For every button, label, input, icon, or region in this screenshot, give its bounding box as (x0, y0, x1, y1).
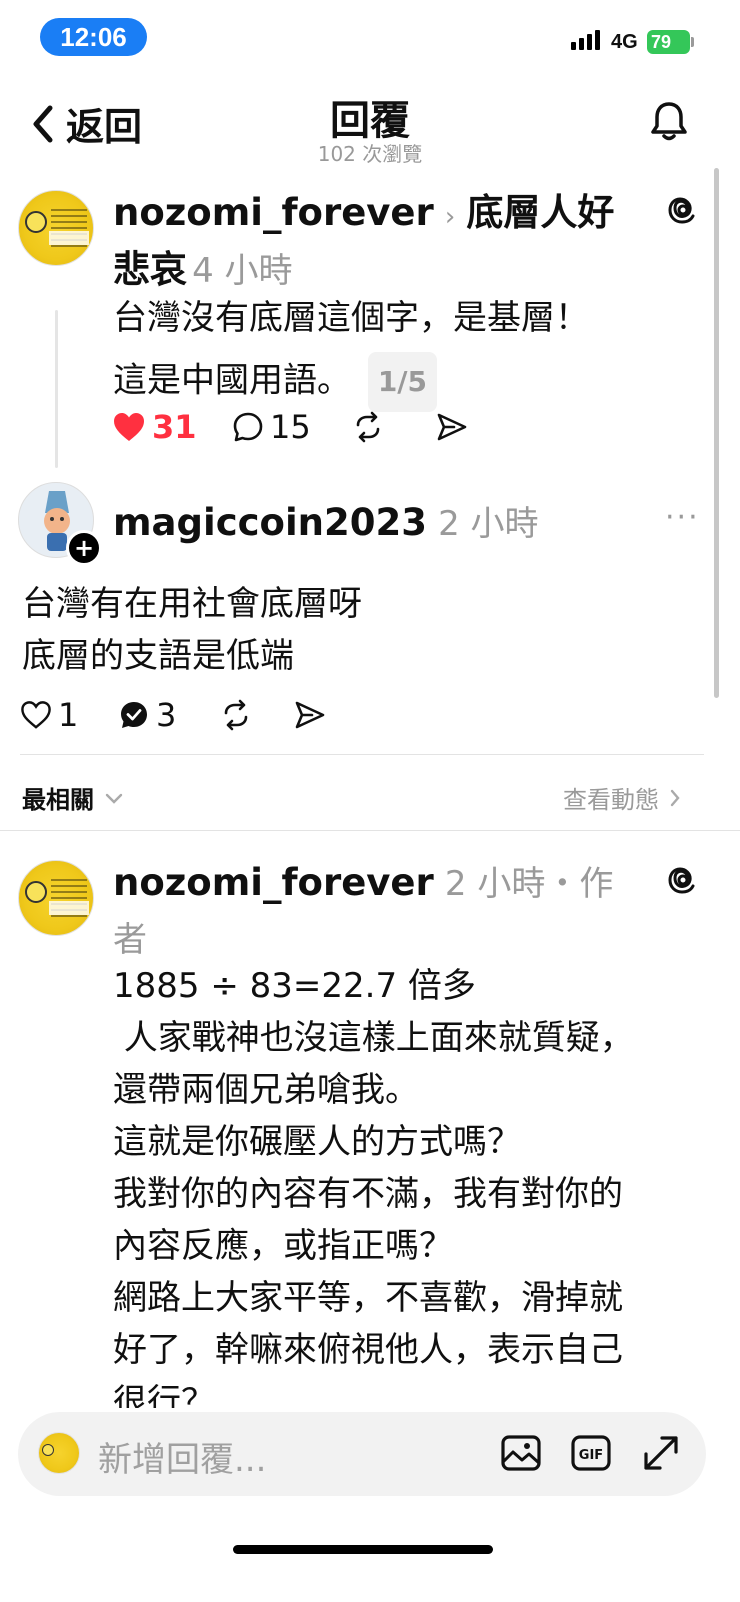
divider (0, 830, 740, 831)
post-line: 很行？ (113, 1382, 215, 1408)
threads-icon[interactable] (666, 194, 698, 230)
image-icon[interactable] (500, 1432, 542, 1478)
reply-input[interactable]: 新增回覆... (98, 1432, 266, 1481)
chevron-right-icon (670, 789, 680, 806)
comment-count: 3 (156, 696, 177, 734)
post-line: 台灣沒有底層這個字，是基層！ (113, 298, 589, 338)
heart-icon (21, 701, 51, 729)
topic-tag[interactable]: 底層人好 (466, 191, 614, 234)
chevron-right-icon: › (444, 202, 456, 232)
view-count: 102 次瀏覽 (317, 142, 423, 166)
post-line: 網路上大家平等，不喜歡，滑掉就 (113, 1278, 623, 1318)
repost-button[interactable] (220, 699, 294, 731)
post-line: 還帶兩個兄弟嗆我。 (113, 1070, 419, 1110)
username[interactable]: nozomi_forever (113, 861, 434, 904)
status-time: 12:06 (40, 18, 147, 56)
post-body: 1885 ÷ 83=22.7 倍多 人家戰神也沒這樣上面來就質疑， 還帶兩個兄弟… (113, 960, 703, 1408)
share-button[interactable] (294, 699, 326, 731)
comment-icon (233, 412, 263, 442)
divider (20, 754, 704, 755)
post-line: 我對你的內容有不滿，我有對你的 (113, 1174, 623, 1214)
repost-button[interactable] (352, 411, 436, 443)
chevron-down-icon (105, 793, 123, 804)
activity-label: 查看動態 (563, 786, 659, 814)
post-line: 好了，幹嘛來俯視他人，表示自己 (113, 1330, 623, 1370)
avatar[interactable] (18, 190, 94, 266)
battery-level: 79 (651, 31, 672, 52)
share-button[interactable] (436, 411, 468, 443)
signal-icon (571, 30, 600, 50)
reply-time: 2 小時 (438, 504, 539, 544)
post-line: 這是中國用語。 (113, 360, 351, 401)
topic-tag-cont[interactable]: 悲哀 (113, 248, 187, 291)
svg-text:GIF: GIF (579, 1448, 603, 1463)
reply-line: 底層的支語是低端 (22, 636, 294, 676)
repost-icon (224, 699, 248, 731)
post-header: nozomi_forever › 底層人好 悲哀 4 小時 (113, 188, 663, 302)
home-indicator (233, 1545, 493, 1554)
sort-dropdown[interactable]: 最相關 (22, 780, 124, 815)
post-line: 1885 ÷ 83=22.7 倍多 (113, 966, 476, 1006)
like-count: 31 (152, 408, 197, 446)
username[interactable]: magiccoin2023 (113, 501, 427, 544)
comment-checked-icon (121, 702, 147, 728)
battery-tip (691, 37, 694, 47)
reply-header: magiccoin2023 2 小時 (113, 496, 539, 545)
like-count: 1 (58, 696, 79, 734)
heart-filled-icon (114, 413, 144, 441)
post-line: 人家戰神也沒這樣上面來就質疑， (113, 1018, 634, 1058)
post-line: 這就是你碾壓人的方式嗎？ (113, 1122, 521, 1162)
composer-avatar (38, 1432, 80, 1474)
page-indicator[interactable]: 1/5 (367, 352, 438, 412)
threads-icon[interactable] (666, 864, 698, 900)
post-line: 內容反應，或指正嗎？ (113, 1226, 453, 1266)
more-options-icon[interactable]: ··· (665, 500, 700, 535)
gif-icon[interactable]: GIF (570, 1432, 612, 1478)
post-time: 4 小時 (192, 251, 293, 291)
author-tag: 者 (113, 920, 147, 960)
username[interactable]: nozomi_forever (113, 191, 434, 234)
comment-count: 15 (270, 408, 311, 446)
sort-label: 最相關 (22, 786, 94, 814)
reply-actions: 1 3 (20, 696, 326, 734)
reply-body: 台灣有在用社會底層呀 底層的支語是低端 (22, 578, 362, 682)
like-button[interactable]: 1 (20, 696, 118, 734)
bell-icon[interactable] (650, 100, 688, 146)
comment-button[interactable]: 15 (232, 408, 352, 446)
thread-line (55, 310, 58, 468)
scrollbar[interactable] (714, 168, 719, 698)
post-actions: 31 15 (112, 408, 468, 446)
send-icon (437, 413, 467, 441)
expand-icon[interactable] (640, 1432, 682, 1478)
post-time: 2 小時・作 (444, 864, 614, 904)
like-button[interactable]: 31 (112, 408, 232, 446)
post-header: nozomi_forever 2 小時・作 者 (113, 858, 663, 971)
repost-icon (356, 411, 380, 443)
reply-line: 台灣有在用社會底層呀 (22, 584, 362, 624)
battery-icon: 79 (647, 30, 690, 54)
view-activity-link[interactable]: 查看動態 (563, 780, 681, 815)
send-icon (295, 701, 325, 729)
avatar[interactable] (18, 860, 94, 936)
comment-button[interactable]: 3 (118, 696, 220, 734)
network-type: 4G (611, 31, 638, 53)
follow-plus-icon[interactable]: + (66, 530, 102, 566)
post-body: 台灣沒有底層這個字，是基層！ 這是中國用語。 1/5 (113, 292, 589, 412)
